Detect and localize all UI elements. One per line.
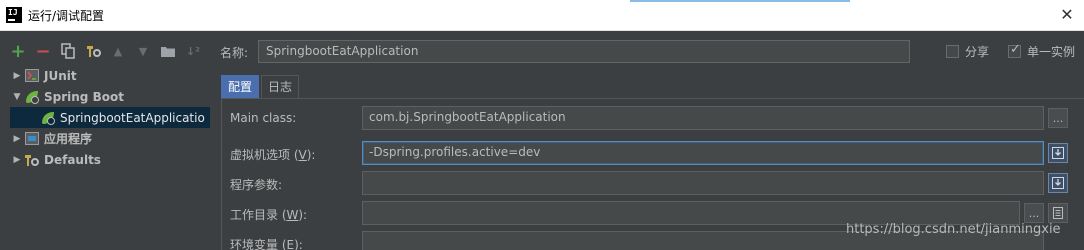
configuration-tree: ▶ JUnit ▼ Spring Boot SpringbootEatAppli… [10, 65, 210, 250]
focus-indicator [630, 0, 850, 2]
tree-item-application[interactable]: ▶ 应用程序 [10, 128, 210, 149]
tree-item-junit[interactable]: ▶ JUnit [10, 65, 210, 86]
program-args-label: 程序参数: [230, 178, 283, 192]
folder-icon[interactable] [158, 41, 178, 61]
vm-options-label: 虚拟机选项 (V): [230, 148, 316, 162]
single-instance-checkbox[interactable] [1008, 42, 1021, 58]
name-input[interactable]: SpringbootEatApplication [258, 40, 910, 63]
config-tabs: 配置 日志 [221, 75, 301, 98]
application-icon [24, 132, 40, 146]
intellij-app-icon: IJ [6, 7, 22, 23]
spring-boot-icon [40, 111, 56, 125]
tree-item-label: SpringbootEatApplicatio [60, 110, 205, 125]
move-up-icon[interactable]: ▲ [108, 41, 128, 61]
config-toolbar: + − ▲ ▼ ↓² [8, 40, 208, 62]
browse-working-dir-button[interactable]: ... [1024, 203, 1044, 223]
tree-item-spring-boot[interactable]: ▼ Spring Boot [10, 86, 210, 107]
share-checkbox[interactable] [946, 45, 959, 58]
spring-boot-icon [24, 90, 40, 104]
env-vars-label: 环境变量 (E): [230, 238, 303, 250]
macro-document-icon[interactable] [1048, 203, 1068, 223]
tree-item-label: 应用程序 [44, 132, 93, 146]
collapse-arrow-icon[interactable]: ▼ [10, 92, 24, 102]
remove-configuration-icon[interactable]: − [33, 41, 53, 62]
title-bar: IJ 运行/调试配置 ✕ [0, 0, 1084, 31]
name-label: 名称: [220, 46, 249, 60]
tree-item-springboot-eat-application[interactable]: SpringbootEatApplicatio [10, 107, 210, 128]
close-icon[interactable]: ✕ [1054, 3, 1080, 27]
vm-options-input[interactable]: -Dspring.profiles.active=dev [362, 141, 1044, 165]
junit-icon [24, 69, 40, 83]
share-option[interactable]: 分享 [946, 43, 989, 60]
expand-arrow-icon[interactable]: ▶ [10, 71, 24, 81]
add-configuration-icon[interactable]: + [8, 41, 28, 62]
main-class-label: Main class: [230, 111, 297, 125]
browse-main-class-button[interactable]: ... [1048, 108, 1068, 128]
tree-item-label: Spring Boot [44, 89, 124, 104]
edit-defaults-icon[interactable] [83, 41, 103, 61]
wrench-icon [24, 153, 40, 167]
working-dir-label: 工作目录 (W): [230, 208, 308, 222]
single-instance-label: 单一实例 [1027, 45, 1076, 59]
tree-item-label: JUnit [44, 68, 77, 83]
tab-configuration[interactable]: 配置 [221, 75, 260, 98]
sort-icon[interactable]: ↓² [183, 41, 203, 61]
program-args-input[interactable] [362, 171, 1044, 195]
expand-program-args-icon[interactable] [1048, 173, 1068, 193]
move-down-icon[interactable]: ▼ [133, 41, 153, 61]
share-label: 分享 [965, 45, 990, 59]
tree-item-label: Defaults [44, 152, 101, 167]
main-class-input[interactable]: com.bj.SpringbootEatApplication [362, 106, 1044, 130]
tab-logs[interactable]: 日志 [261, 75, 300, 98]
expand-arrow-icon[interactable]: ▶ [10, 134, 24, 144]
watermark: https://blog.csdn.net/jianmingxie [846, 222, 1061, 237]
expand-arrow-icon[interactable]: ▶ [10, 155, 24, 165]
copy-configuration-icon[interactable] [58, 41, 78, 61]
tree-item-defaults[interactable]: ▶ Defaults [10, 149, 210, 170]
expand-vm-options-icon[interactable] [1048, 143, 1068, 163]
window-title: 运行/调试配置 [28, 9, 105, 23]
single-instance-option[interactable]: 单一实例 [1008, 42, 1076, 60]
